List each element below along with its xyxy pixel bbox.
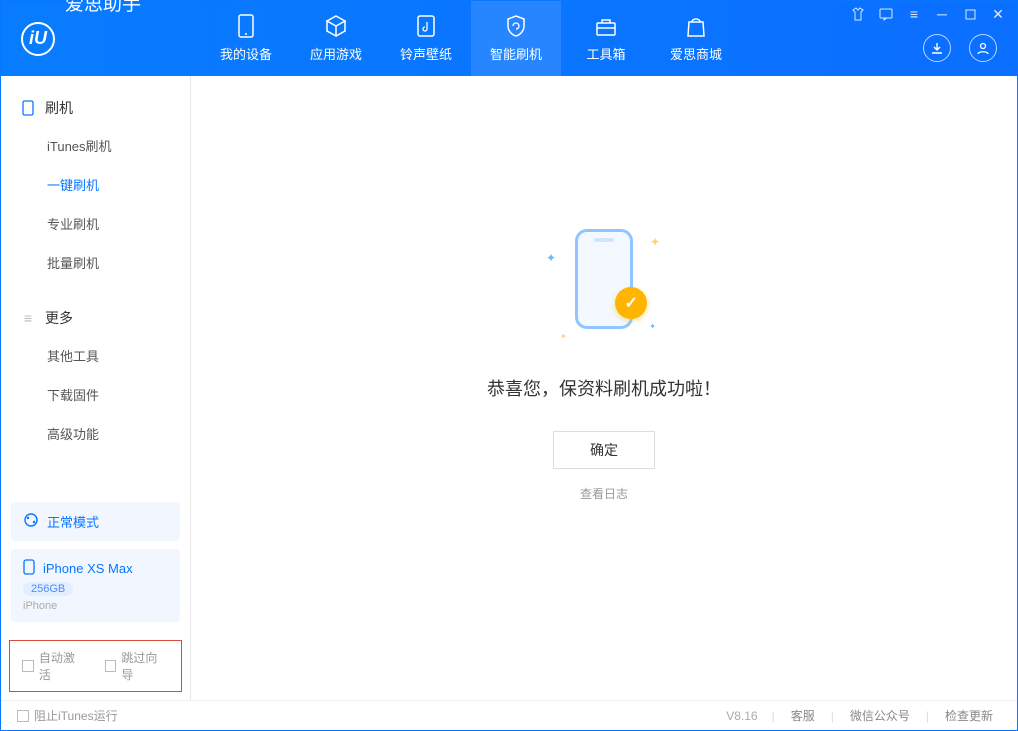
sidebar-section-more: ≡ 更多 其他工具 下载固件 高级功能 — [1, 286, 190, 457]
sidebar-item-download-firmware[interactable]: 下载固件 — [1, 375, 190, 414]
main-content: ✦ ✦ ✦ ✦ ✓ 恭喜您，保资料刷机成功啦！ 确定 查看日志 — [191, 76, 1017, 700]
sidebar-item-itunes-flash[interactable]: iTunes刷机 — [1, 126, 190, 165]
block-itunes-checkbox[interactable]: 阻止iTunes运行 — [17, 707, 118, 724]
sidebar-header-more: ≡ 更多 — [1, 300, 190, 336]
sparkle-icon: ✦ — [649, 322, 656, 331]
device-panel: 正常模式 iPhone XS Max 256GB iPhone — [1, 496, 190, 636]
tab-label: 我的设备 — [220, 44, 272, 63]
list-icon: ≡ — [21, 311, 35, 325]
tab-label: 铃声壁纸 — [400, 44, 452, 63]
tab-label: 工具箱 — [586, 44, 625, 63]
logo-text: 爱思助手 www.i4.cn — [65, 0, 141, 88]
sidebar-item-other-tools[interactable]: 其他工具 — [1, 336, 190, 375]
success-message: 恭喜您，保资料刷机成功啦！ — [487, 375, 721, 401]
mode-label: 正常模式 — [47, 512, 99, 531]
device-icon — [23, 559, 35, 578]
menu-icon[interactable]: ≡ — [907, 7, 921, 21]
sidebar-item-oneclick-flash[interactable]: 一键刷机 — [1, 165, 190, 204]
tab-store[interactable]: 爱思商城 — [651, 1, 741, 76]
logo-icon: iU — [21, 22, 55, 56]
check-badge-icon: ✓ — [615, 287, 647, 319]
footer: 阻止iTunes运行 V8.16 | 客服 | 微信公众号 | 检查更新 — [1, 700, 1017, 730]
version-label: V8.16 — [726, 709, 757, 723]
footer-right: V8.16 | 客服 | 微信公众号 | 检查更新 — [726, 707, 1001, 724]
tab-label: 应用游戏 — [310, 44, 362, 63]
shirt-icon[interactable] — [851, 7, 865, 21]
app-header: iU 爱思助手 www.i4.cn 我的设备 应用游戏 铃声壁纸 智能刷机 工具… — [1, 1, 1017, 76]
tab-label: 智能刷机 — [490, 44, 542, 63]
separator: | — [926, 709, 929, 723]
skip-guide-checkbox[interactable]: 跳过向导 — [105, 649, 170, 683]
minimize-button[interactable]: ─ — [935, 7, 949, 21]
bag-icon — [684, 14, 708, 38]
device-icon — [234, 14, 258, 38]
app-name: 爱思助手 — [65, 0, 141, 76]
maximize-button[interactable] — [963, 7, 977, 21]
block-itunes-label: 阻止iTunes运行 — [34, 707, 118, 724]
ok-button[interactable]: 确定 — [553, 431, 655, 469]
app-url: www.i4.cn — [65, 76, 141, 88]
sparkle-icon: ✦ — [546, 251, 556, 265]
separator: | — [831, 709, 834, 723]
mode-box[interactable]: 正常模式 — [11, 502, 180, 541]
tab-apps[interactable]: 应用游戏 — [291, 1, 381, 76]
window-controls: ≡ ─ ✕ — [851, 7, 1005, 21]
footer-link-support[interactable]: 客服 — [783, 707, 823, 724]
sparkle-icon: ✦ — [560, 332, 567, 341]
device-box[interactable]: iPhone XS Max 256GB iPhone — [11, 549, 180, 622]
device-type: iPhone — [23, 600, 57, 612]
view-log-link[interactable]: 查看日志 — [580, 485, 628, 502]
sidebar-section-flash: 刷机 iTunes刷机 一键刷机 专业刷机 批量刷机 — [1, 76, 190, 286]
sidebar-title: 刷机 — [45, 98, 73, 118]
feedback-icon[interactable] — [879, 7, 893, 21]
tab-toolbox[interactable]: 工具箱 — [561, 1, 651, 76]
sidebar-item-advanced[interactable]: 高级功能 — [1, 414, 190, 453]
shield-refresh-icon — [504, 14, 528, 38]
tab-my-device[interactable]: 我的设备 — [201, 1, 291, 76]
tab-ringtones[interactable]: 铃声壁纸 — [381, 1, 471, 76]
logo-area: iU 爱思助手 www.i4.cn — [1, 0, 201, 88]
device-name: iPhone XS Max — [43, 561, 133, 576]
tab-flash[interactable]: 智能刷机 — [471, 1, 561, 76]
auto-activate-checkbox[interactable]: 自动激活 — [22, 649, 87, 683]
sparkle-icon: ✦ — [650, 235, 660, 249]
footer-link-wechat[interactable]: 微信公众号 — [842, 707, 918, 724]
sidebar-title: 更多 — [45, 308, 73, 328]
success-illustration: ✦ ✦ ✦ ✦ ✓ — [534, 215, 674, 355]
footer-link-update[interactable]: 检查更新 — [937, 707, 1001, 724]
options-row: 自动激活 跳过向导 — [9, 640, 182, 692]
tab-label: 爱思商城 — [670, 44, 722, 63]
user-icon[interactable] — [969, 34, 997, 62]
close-button[interactable]: ✕ — [991, 7, 1005, 21]
cube-icon — [324, 14, 348, 38]
storage-badge: 256GB — [23, 582, 73, 596]
auto-activate-label: 自动激活 — [39, 649, 87, 683]
sidebar-header-flash: 刷机 — [1, 90, 190, 126]
toolbox-icon — [594, 14, 618, 38]
sidebar: 刷机 iTunes刷机 一键刷机 专业刷机 批量刷机 ≡ 更多 其他工具 下载固… — [1, 76, 191, 700]
main-tabs: 我的设备 应用游戏 铃声壁纸 智能刷机 工具箱 爱思商城 — [201, 1, 741, 76]
sidebar-item-pro-flash[interactable]: 专业刷机 — [1, 204, 190, 243]
separator: | — [772, 709, 775, 723]
skip-guide-label: 跳过向导 — [121, 649, 169, 683]
phone-icon — [21, 101, 35, 115]
body: 刷机 iTunes刷机 一键刷机 专业刷机 批量刷机 ≡ 更多 其他工具 下载固… — [1, 76, 1017, 700]
sidebar-item-batch-flash[interactable]: 批量刷机 — [1, 243, 190, 282]
music-file-icon — [414, 14, 438, 38]
download-icon[interactable] — [923, 34, 951, 62]
header-actions — [923, 34, 997, 62]
mode-icon — [23, 512, 39, 531]
